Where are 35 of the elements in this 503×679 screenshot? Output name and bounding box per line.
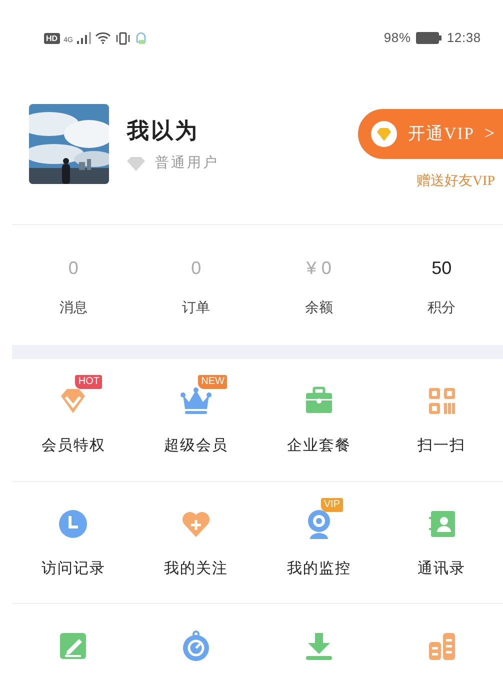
item-badge: VIP xyxy=(320,498,343,512)
clock-time: 12:38 xyxy=(446,29,481,48)
stat-label: 余额 xyxy=(304,299,333,318)
item-badge: NEW xyxy=(198,375,228,389)
open-vip-button[interactable]: 开通VIP > xyxy=(358,108,503,158)
member-level: 普通用户 xyxy=(155,154,219,173)
clock-icon xyxy=(57,508,90,540)
wifi-icon xyxy=(94,32,111,44)
stat-value: 0 xyxy=(68,257,78,280)
item-label: 访问记录 xyxy=(41,559,106,579)
item-label: 超级会员 xyxy=(164,436,228,456)
item-label: 通讯录 xyxy=(418,560,466,579)
stat-label: 积分 xyxy=(428,300,456,318)
item-label: 扫一扫 xyxy=(418,436,466,456)
item-label: 企业套餐 xyxy=(286,436,351,456)
user-name: 我以为 xyxy=(127,117,200,145)
diamond-badge-icon xyxy=(370,120,398,148)
crown-icon xyxy=(180,385,212,417)
diamond-icon xyxy=(127,156,145,170)
battery-icon xyxy=(416,32,442,44)
item-label: 会员特权 xyxy=(41,436,106,456)
item-label: 我的关注 xyxy=(164,560,228,579)
item-badge: HOT xyxy=(75,375,102,389)
stat-value: 50 xyxy=(432,257,452,280)
hd-indicator: HD xyxy=(44,32,60,44)
signal-icon xyxy=(76,32,91,44)
item-label: 我的监控 xyxy=(286,560,351,579)
stat-label: 消息 xyxy=(59,300,88,318)
stat-label: 订单 xyxy=(182,300,210,318)
stat-value: ¥ 0 xyxy=(306,257,332,280)
vibrate-icon xyxy=(114,32,131,44)
battery-percent: 98% xyxy=(384,29,411,48)
gift-vip-link[interactable]: 赠送好友VIP xyxy=(416,170,503,192)
bell-icon xyxy=(134,31,147,45)
stat-value: 0 xyxy=(191,257,202,280)
